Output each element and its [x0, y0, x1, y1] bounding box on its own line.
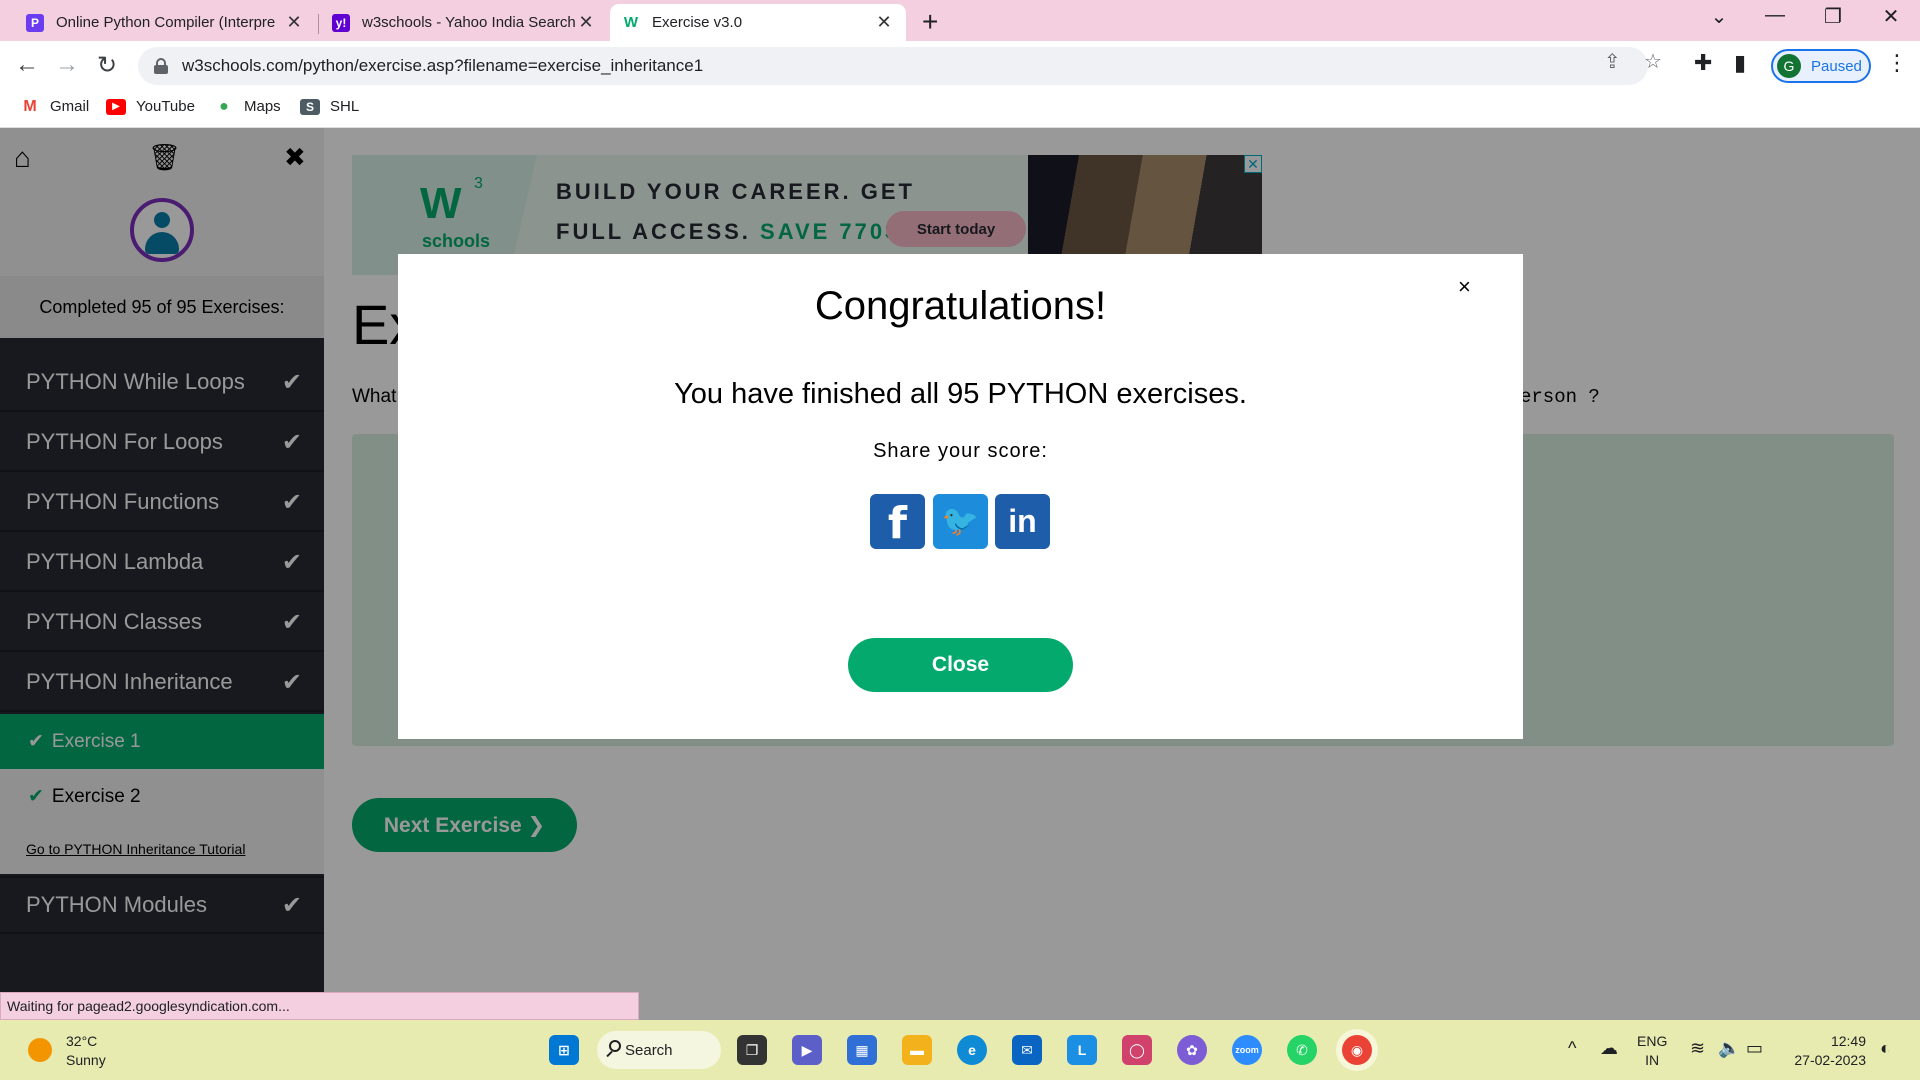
bookmark-label: YouTube: [136, 98, 195, 115]
shl-icon: S: [300, 98, 320, 115]
tab-title: Online Python Compiler (Interpre: [56, 14, 276, 31]
bookmarks-bar: M Gmail ▶ YouTube ● Maps S SHL: [0, 90, 1920, 128]
file-explorer-icon[interactable]: ▬: [902, 1035, 932, 1065]
tab-title: w3schools - Yahoo India Search R: [362, 14, 577, 31]
system-clock[interactable]: 12:49 27-02-2023: [1784, 1032, 1866, 1070]
tab-search-chevron-icon[interactable]: ⌄: [1696, 4, 1742, 29]
bookmark-shl[interactable]: S SHL: [300, 98, 359, 115]
sun-icon[interactable]: [28, 1038, 52, 1062]
zoom-icon[interactable]: zoom: [1232, 1035, 1262, 1065]
wifi-icon[interactable]: ≋: [1690, 1038, 1705, 1059]
notifications-icon[interactable]: ◐: [1880, 1038, 1891, 1059]
tab-online-python-compiler[interactable]: P Online Python Compiler (Interpre ✕: [14, 4, 316, 41]
window-close-icon[interactable]: ✕: [1868, 4, 1914, 29]
input-language[interactable]: ENG IN: [1637, 1032, 1667, 1070]
windows-taskbar: 32°C Sunny ⊞ Search ❐ ▶ ▦ ▬ e ✉ L ◯ ✿ zo…: [0, 1020, 1920, 1080]
tab-close-icon[interactable]: ✕: [284, 12, 304, 33]
bookmark-label: Maps: [244, 98, 281, 115]
bookmark-youtube[interactable]: ▶ YouTube: [106, 98, 195, 115]
onedrive-cloud-icon[interactable]: ☁: [1600, 1038, 1618, 1059]
bookmark-maps[interactable]: ● Maps: [214, 98, 281, 115]
search-icon: [609, 1040, 621, 1052]
volume-icon[interactable]: 🔈: [1718, 1038, 1740, 1059]
tab-title: Exercise v3.0: [652, 14, 743, 31]
microsoft-store-icon[interactable]: ▦: [847, 1035, 877, 1065]
tab-yahoo-search[interactable]: y! w3schools - Yahoo India Search R ✕: [320, 4, 608, 41]
back-arrow-icon[interactable]: ←: [12, 51, 42, 79]
twitter-icon[interactable]: 🐦: [933, 494, 988, 549]
whatsapp-icon[interactable]: ✆: [1287, 1035, 1317, 1065]
copilot-app-icon[interactable]: ✿: [1177, 1035, 1207, 1065]
tab-separator: [318, 14, 319, 34]
tab-favicon-icon: W: [622, 13, 640, 32]
tab-close-icon[interactable]: ✕: [576, 12, 596, 33]
mail-icon[interactable]: ✉: [1012, 1035, 1042, 1065]
profile-avatar: G: [1777, 54, 1801, 78]
congratulations-modal: × Congratulations! You have finished all…: [398, 254, 1523, 739]
share-score-label: Share your score:: [873, 440, 1048, 462]
weather-desc: Sunny: [66, 1052, 106, 1068]
taskbar-search-label: Search: [625, 1041, 673, 1059]
restore-icon[interactable]: ❐: [1810, 4, 1856, 29]
browser-toolbar: ← → ↻ w3schools.com/python/exercise.asp?…: [0, 41, 1920, 90]
forward-arrow-icon[interactable]: →: [52, 51, 82, 79]
side-panel-icon[interactable]: ▮: [1734, 50, 1746, 76]
battery-icon[interactable]: ▭: [1746, 1038, 1763, 1059]
youtube-icon: ▶: [106, 98, 126, 115]
task-view-icon[interactable]: ❐: [737, 1035, 767, 1065]
tab-exercise-active[interactable]: W Exercise v3.0 ✕: [610, 4, 906, 41]
weather-temp: 32°C: [66, 1033, 98, 1049]
tab-favicon-icon: y!: [332, 13, 350, 32]
share-icon[interactable]: ⇪: [1604, 49, 1621, 74]
tab-close-icon[interactable]: ✕: [874, 12, 894, 33]
new-tab-button[interactable]: +: [922, 6, 938, 38]
more-menu-icon[interactable]: ⋮: [1886, 50, 1908, 76]
tab-favicon-icon: P: [26, 13, 44, 32]
bookmark-gmail[interactable]: M Gmail: [20, 98, 89, 115]
facebook-icon[interactable]: f: [870, 494, 925, 549]
bookmark-star-icon[interactable]: ☆: [1644, 49, 1662, 74]
weather-widget[interactable]: 32°C Sunny: [66, 1032, 106, 1070]
gmail-icon: M: [20, 98, 40, 115]
profile-status: Paused: [1811, 57, 1862, 75]
lock-icon: [154, 58, 168, 74]
profile-button[interactable]: G Paused: [1771, 49, 1871, 83]
maps-pin-icon: ●: [214, 98, 234, 115]
photo-app-icon[interactable]: ◯: [1122, 1035, 1152, 1065]
modal-title: Congratulations!: [814, 284, 1107, 328]
extensions-puzzle-icon[interactable]: ✚: [1694, 50, 1712, 76]
bookmark-label: Gmail: [50, 98, 90, 115]
address-url[interactable]: w3schools.com/python/exercise.asp?filena…: [182, 56, 703, 76]
close-button[interactable]: Close: [848, 638, 1073, 692]
linkedin-icon[interactable]: in: [995, 494, 1050, 549]
browser-status-bar: Waiting for pagead2.googlesyndication.co…: [0, 992, 639, 1020]
modal-message: You have finished all 95 PYTHON exercise…: [674, 378, 1247, 410]
l-app-icon[interactable]: L: [1067, 1035, 1097, 1065]
windows-start-icon[interactable]: ⊞: [549, 1035, 579, 1065]
tray-chevron-up-icon[interactable]: ^: [1568, 1038, 1576, 1059]
teams-chat-icon[interactable]: ▶: [792, 1035, 822, 1065]
address-bar[interactable]: w3schools.com/python/exercise.asp?filena…: [138, 47, 1648, 85]
chrome-icon[interactable]: ◉: [1342, 1035, 1372, 1065]
taskbar-search[interactable]: Search: [597, 1031, 721, 1069]
edge-browser-icon[interactable]: e: [957, 1035, 987, 1065]
minimize-icon[interactable]: —: [1752, 4, 1798, 27]
browser-tab-bar: P Online Python Compiler (Interpre ✕ y! …: [0, 0, 1920, 41]
bookmark-label: SHL: [330, 98, 360, 115]
reload-icon[interactable]: ↻: [92, 51, 122, 80]
